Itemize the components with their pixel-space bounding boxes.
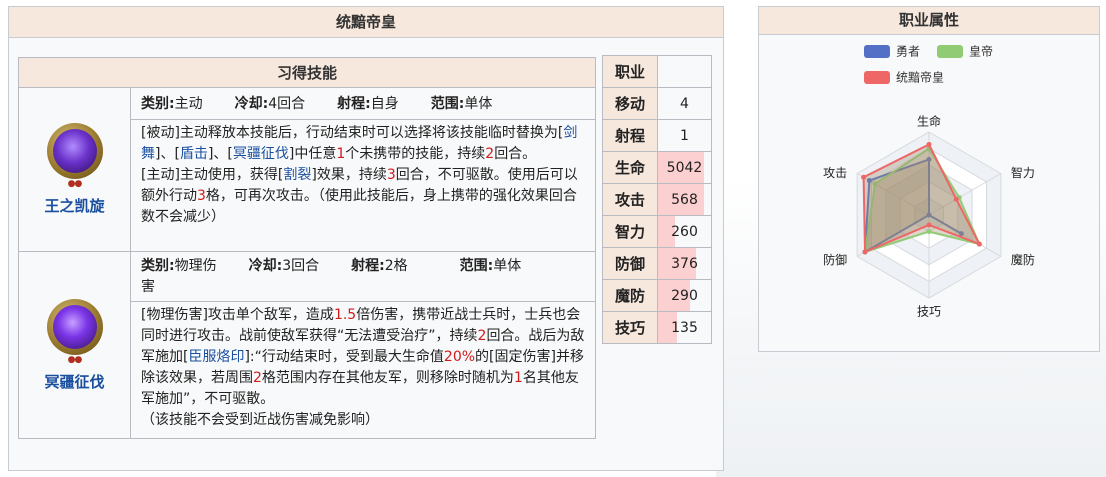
type-value: 主动	[174, 96, 203, 112]
radar-panel: 职业属性 生命智力魔防技巧 防御 攻击 勇者 皇帝统黯帝皇	[758, 6, 1100, 352]
legend-swatch	[937, 45, 963, 58]
skill-description: [被动]主动释放本技能后，行动结束时可以选择将该技能临时替换为[剑舞]、[盾击]…	[130, 119, 596, 252]
skill-icon-cell: ●● 冥疆征伐	[18, 251, 131, 439]
stat-value: 290	[657, 279, 712, 312]
range-value: 自身	[370, 96, 399, 112]
area-value: 单体	[464, 96, 493, 112]
range-label: 射程:	[351, 258, 385, 274]
legend-label: 勇者	[896, 45, 920, 59]
skill-description: [物理伤害]攻击单个敌军，造成1.5倍伤害，携带近战士兵时，士兵也会同时进行攻击…	[130, 301, 596, 439]
skill-name-link[interactable]: 王之凯旋	[44, 195, 104, 216]
cd-label: 冷却:	[248, 258, 283, 274]
radar-point	[862, 249, 868, 255]
stat-row-class: 职业	[602, 55, 712, 88]
stat-row: 移动 4	[602, 87, 712, 120]
skill-meta: 类别:主动 冷却:4回合 射程:自身 范围:单体	[130, 87, 596, 120]
radar-axis-label: 智力	[1011, 165, 1035, 180]
radar-axis-label: 生命	[917, 114, 941, 129]
skill-rings-icon: ●●	[67, 354, 83, 365]
dark-king-icon[interactable]	[46, 123, 103, 179]
stat-row: 技巧 135	[602, 311, 712, 344]
radar-axis-label: 防御	[823, 252, 847, 267]
stat-row: 魔防 290	[602, 279, 712, 312]
cd-value: 4回合	[268, 96, 306, 112]
radar-point	[926, 222, 932, 228]
stat-label: 生命	[602, 151, 658, 184]
stat-label: 射程	[602, 119, 658, 152]
skill-link[interactable]: 臣服烙印	[188, 349, 244, 365]
range-value: 2格	[384, 258, 408, 274]
type-value-wrap: 害	[141, 279, 155, 295]
skill-row-meta: ●● 王之凯旋 类别:主动 冷却:4回合 射程:自身 范围:单体	[18, 87, 596, 252]
radar-point	[953, 196, 959, 202]
skill-link[interactable]: 割裂	[283, 167, 311, 183]
radar-chart: 生命智力魔防技巧 防御 攻击 勇者 皇帝统黯帝皇	[823, 44, 1035, 319]
stat-label: 移动	[602, 87, 658, 120]
radar-axis-label: 魔防	[1011, 252, 1035, 267]
stat-row: 攻击 568	[602, 183, 712, 216]
skill-rings-icon: ●●	[67, 179, 83, 189]
skill-icon-cell: ●● 王之凯旋	[18, 87, 131, 252]
radar-axis-label: 技巧	[917, 305, 941, 319]
stat-label: 技巧	[602, 311, 658, 344]
stat-label: 防御	[602, 247, 658, 280]
type-value: 物理伤	[174, 258, 217, 274]
type-label: 类别:	[141, 258, 175, 274]
radar-title: 职业属性	[759, 7, 1099, 35]
stat-value: 376	[657, 247, 712, 280]
stat-label: 智力	[602, 215, 658, 248]
radar-axis-label: 攻击	[823, 166, 847, 180]
skill-link[interactable]: 盾击	[180, 146, 208, 162]
stat-value: 260	[657, 215, 712, 248]
stat-row: 射程 1	[602, 119, 712, 152]
radar-point	[861, 174, 867, 180]
area-label: 范围:	[459, 258, 494, 274]
stat-label: 攻击	[602, 183, 658, 216]
stat-row: 智力 260	[602, 215, 712, 248]
stats-table: 职业 移动 4 射程 1 生命 5042 攻击 568 智力 260 防御 376 魔防 290 技巧 135	[602, 55, 712, 344]
skill-desc-active: [主动]主动使用，获得[割裂]效果，持续3回合，不可驱散。使用后可以额外行动3格…	[141, 167, 578, 225]
skill-name-link[interactable]: 冥疆征伐	[44, 371, 104, 392]
skills-table: 习得技能 ●● 王之凯旋 类别:主动 冷却:4回合 射程:自身 范围:单体 [被动]主…	[18, 57, 596, 439]
skills-header-row: 习得技能	[18, 57, 596, 88]
stat-value: 568	[657, 183, 712, 216]
stat-value	[657, 55, 712, 88]
radar-point	[976, 241, 982, 247]
radar-point	[926, 141, 932, 147]
area-label: 范围:	[430, 96, 465, 112]
stat-label: 职业	[602, 55, 658, 88]
stat-row: 生命 5042	[602, 151, 712, 184]
legend-label: 皇帝	[969, 44, 993, 59]
stat-value: 1	[657, 119, 712, 152]
range-label: 射程:	[337, 96, 371, 112]
skills-header: 习得技能	[18, 57, 596, 88]
stat-value: 5042	[657, 151, 712, 184]
stat-value: 135	[657, 311, 712, 344]
cd-label: 冷却:	[234, 96, 269, 112]
legend-swatch	[864, 71, 890, 84]
radar-point	[926, 229, 932, 235]
skill-meta: 类别:物理伤 冷却:3回合 射程:2格 范围:单体害	[130, 251, 596, 302]
purple-claw-icon[interactable]	[46, 298, 103, 355]
type-label: 类别:	[141, 96, 175, 112]
skill-link[interactable]: 冥疆征伐	[233, 146, 289, 162]
skill-row-meta: ●● 冥疆征伐 类别:物理伤 冷却:3回合 射程:2格 范围:单体害	[18, 251, 596, 439]
legend-swatch	[864, 45, 890, 58]
stat-value: 4	[657, 87, 712, 120]
stat-label: 魔防	[602, 279, 658, 312]
stat-row: 防御 376	[602, 247, 712, 280]
cd-value: 3回合	[282, 258, 320, 274]
skill-desc-main: [物理伤害]攻击单个敌军，造成1.5倍伤害，携带近战士兵时，士兵也会同时进行攻击…	[141, 307, 585, 407]
area-value: 单体	[493, 258, 522, 274]
legend-label: 统黯帝皇	[896, 70, 944, 85]
page-title: 统黯帝皇	[9, 7, 723, 38]
skill-desc-note: （该技能不会受到近战伤害减免影响）	[141, 412, 379, 428]
skill-desc-passive: [被动]主动释放本技能后，行动结束时可以选择将该技能临时替换为[剑舞]、[盾击]…	[141, 125, 578, 162]
